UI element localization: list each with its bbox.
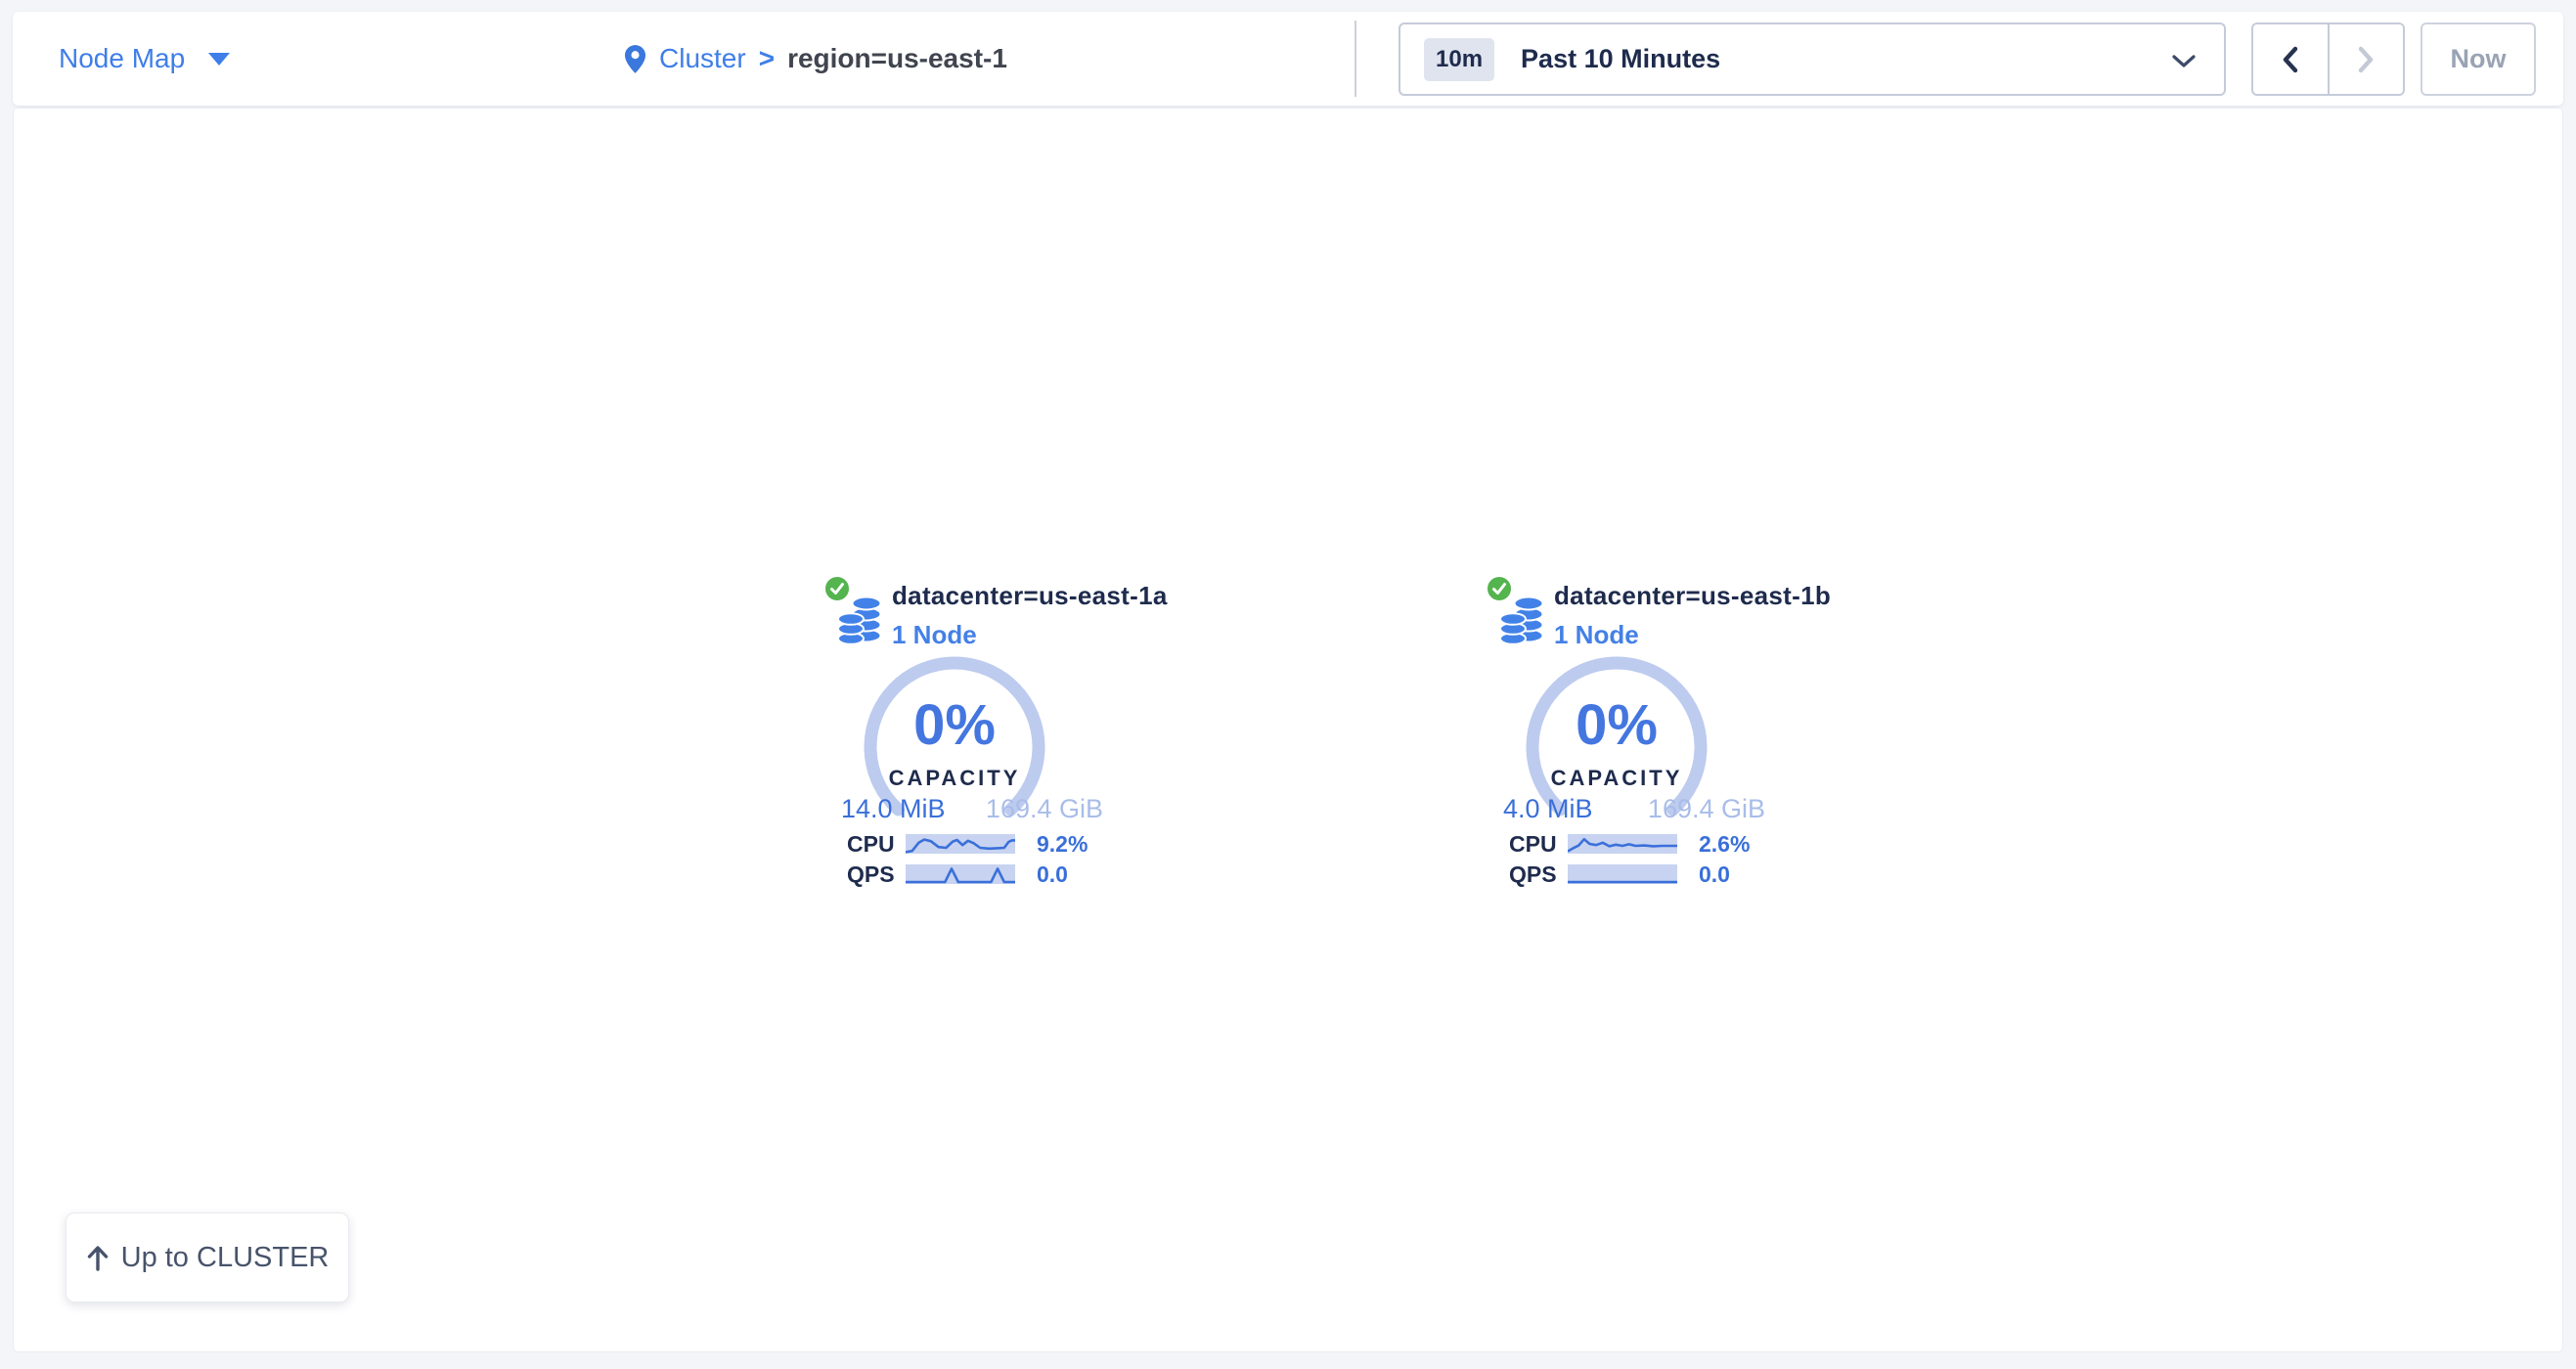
now-button[interactable]: Now [2421,22,2536,96]
location-pin-icon [624,44,646,74]
qps-sparkline [1568,864,1677,884]
locality-name: datacenter=us-east-1b [1554,581,1831,611]
capacity-caption: CAPACITY [889,766,1021,791]
locality-head-text: datacenter=us-east-1b 1 Node [1554,581,1831,650]
breadcrumb: Cluster > region=us-east-1 [624,12,1007,106]
chevron-right-icon [2355,45,2376,74]
time-step-buttons [2251,22,2405,96]
header-divider [1355,21,1356,97]
arrow-up-icon [86,1244,110,1271]
locality-node-count[interactable]: 1 Node [1554,620,1831,650]
breadcrumb-separator: > [759,43,775,74]
locality-card-us-east-1b[interactable]: datacenter=us-east-1b 1 Node 0% CAPACITY… [1489,573,1773,649]
qps-label: QPS [1509,861,1566,888]
qps-sparkline [906,864,1015,884]
time-step-forward-button[interactable] [2330,24,2404,94]
up-to-cluster-button[interactable]: Up to CLUSTER [66,1213,349,1303]
database-stack-icon [1498,595,1547,645]
qps-metric-row: QPS 0.0 [827,863,1111,885]
up-to-cluster-label: Up to CLUSTER [121,1242,330,1274]
cpu-sparkline [906,834,1015,854]
capacity-percent: 0% [1576,692,1658,758]
capacity-values-row: 14.0 MiB 169.4 GiB [827,794,1111,824]
view-selector-dropdown[interactable]: Node Map [59,12,230,106]
top-header-bar: Node Map Cluster > region=us-east-1 10m … [13,12,2563,106]
time-step-back-button[interactable] [2253,24,2330,94]
qps-metric-row: QPS 0.0 [1489,863,1773,885]
view-selector-label: Node Map [59,43,185,74]
cpu-sparkline [1568,834,1677,854]
breadcrumb-current-locality: region=us-east-1 [787,43,1007,74]
cpu-label: CPU [847,831,904,858]
cpu-value: 2.6% [1699,831,1750,858]
breadcrumb-cluster-link[interactable]: Cluster [659,43,746,74]
node-map-canvas [13,108,2563,1352]
capacity-used: 14.0 MiB [841,794,946,824]
time-window-dropdown[interactable]: 10m Past 10 Minutes [1399,22,2226,96]
chevron-down-icon [2171,54,2197,69]
capacity-used: 4.0 MiB [1503,794,1593,824]
locality-card-us-east-1a[interactable]: datacenter=us-east-1a 1 Node 0% CAPACITY… [827,573,1111,649]
time-window-badge: 10m [1424,38,1494,81]
database-stack-icon [836,595,885,645]
locality-card-head: datacenter=us-east-1a 1 Node [827,573,1111,649]
cpu-value: 9.2% [1037,831,1088,858]
qps-value: 0.0 [1699,861,1730,888]
time-window-label: Past 10 Minutes [1521,44,1720,74]
capacity-percent: 0% [913,692,996,758]
cpu-label: CPU [1509,831,1566,858]
qps-label: QPS [847,861,904,888]
chevron-left-icon [2280,45,2301,74]
cpu-metric-row: CPU 2.6% [1489,833,1773,855]
locality-head-text: datacenter=us-east-1a 1 Node [892,581,1168,650]
locality-name: datacenter=us-east-1a [892,581,1168,611]
capacity-values-row: 4.0 MiB 169.4 GiB [1489,794,1773,824]
capacity-total: 169.4 GiB [1648,794,1765,824]
caret-down-icon [208,53,230,66]
locality-card-head: datacenter=us-east-1b 1 Node [1489,573,1773,649]
qps-value: 0.0 [1037,861,1068,888]
cpu-metric-row: CPU 9.2% [827,833,1111,855]
locality-node-count[interactable]: 1 Node [892,620,1168,650]
capacity-caption: CAPACITY [1551,766,1683,791]
capacity-total: 169.4 GiB [986,794,1103,824]
